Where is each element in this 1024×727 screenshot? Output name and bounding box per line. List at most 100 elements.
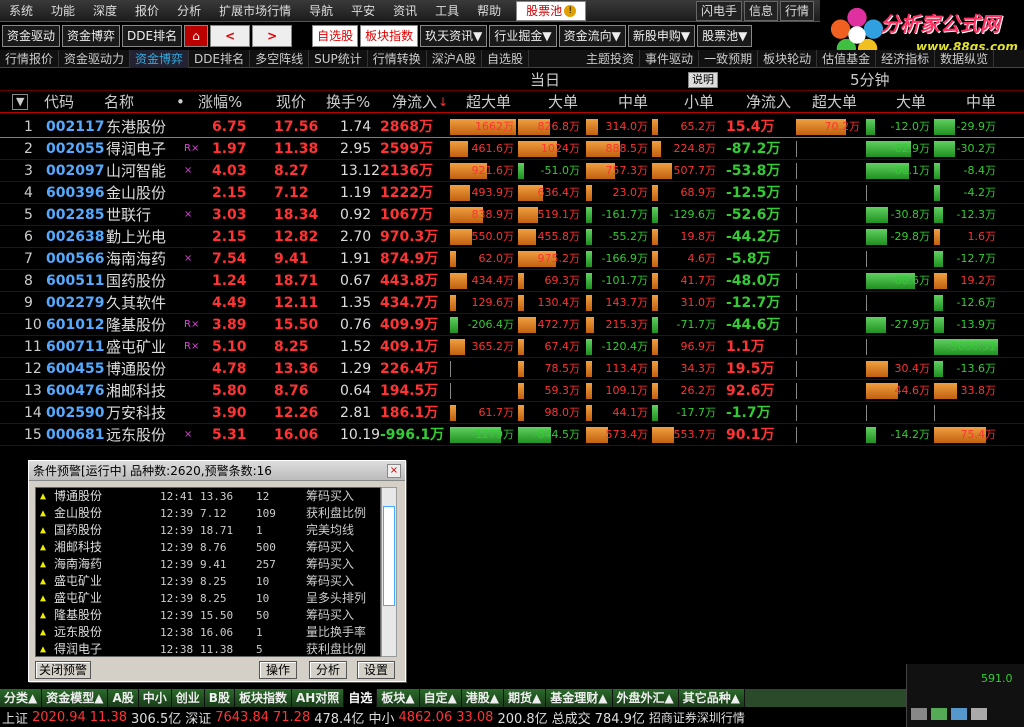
tab-6[interactable]: 行情转换 xyxy=(368,49,427,68)
operate-button[interactable]: 操作 xyxy=(259,661,297,679)
analyze-button[interactable]: 分析 xyxy=(309,661,347,679)
toolbar-btn-1[interactable]: 资金博弈 xyxy=(62,25,121,47)
menu-item-2[interactable]: 深度 xyxy=(84,0,126,22)
tab-14[interactable]: 经济指标 xyxy=(876,49,936,68)
menu-stock-pool[interactable]: 股票池! xyxy=(516,0,587,21)
bottom-tab-1[interactable]: 资金模型▲ xyxy=(42,689,109,707)
tab-11[interactable]: 一致预期 xyxy=(699,49,759,68)
close-icon[interactable]: × xyxy=(387,464,401,478)
tab-10[interactable]: 事件驱动 xyxy=(640,49,700,68)
bottom-tab-15[interactable]: 其它品种▲ xyxy=(678,689,745,707)
table-row[interactable]: 2 002055 得润电子 R× 1.97 11.38 2.95 2599万 461.6万 102… xyxy=(0,138,1024,160)
mail-icon[interactable] xyxy=(911,708,927,720)
bottom-tab-11[interactable]: 港股▲ xyxy=(461,689,505,707)
menu-item-7[interactable]: 平安 xyxy=(342,0,384,22)
top-button-1[interactable]: 信息 xyxy=(744,1,779,21)
alert-item[interactable]: ▲ 海南海药 12:39 9.41 257 筹码买入 xyxy=(36,556,380,573)
bottom-tab-9[interactable]: 板块▲ xyxy=(377,689,420,707)
col-super[interactable]: 超大单 xyxy=(466,91,511,113)
tab-7[interactable]: 深沪A股 xyxy=(427,49,483,68)
bottom-tab-13[interactable]: 基金理财▲ xyxy=(546,689,613,707)
explain-button[interactable]: 说明 xyxy=(688,72,718,88)
table-row[interactable]: 12 600455 博通股份 4.78 13.36 1.29 226.4万 78.5万 113.… xyxy=(0,358,1024,380)
top-button-2[interactable]: 行情 xyxy=(780,1,815,21)
menu-item-1[interactable]: 功能 xyxy=(42,0,84,22)
table-row[interactable]: 7 000566 海南海药 × 7.54 9.41 1.91 874.9万 62.0万 975.2… xyxy=(0,248,1024,270)
bottom-tab-0[interactable]: 分类▲ xyxy=(0,689,43,707)
network-icon[interactable] xyxy=(951,708,967,720)
bottom-tab-3[interactable]: 中小 xyxy=(138,689,172,707)
bottom-tab-14[interactable]: 外盘外汇▲ xyxy=(612,689,679,707)
toolbar-right-5[interactable]: 新股申购▼ xyxy=(627,25,696,47)
tab-13[interactable]: 估值基金 xyxy=(817,49,877,68)
table-row[interactable]: 8 600511 国药股份 1.24 18.71 0.67 443.8万 434.4万 69.3… xyxy=(0,270,1024,292)
back-button[interactable]: < xyxy=(210,25,251,47)
toolbar-btn-2[interactable]: DDE排名 xyxy=(122,25,183,47)
table-row[interactable]: 3 002097 山河智能 × 4.03 8.27 13.12 2136万 921.6万 -51.… xyxy=(0,160,1024,182)
alert-item[interactable]: ▲ 盛屯矿业 12:39 8.25 10 筹码买入 xyxy=(36,573,380,590)
tab-5[interactable]: SUP统计 xyxy=(309,49,368,68)
tab-2[interactable]: 资金博弈 xyxy=(130,49,190,68)
alert-item[interactable]: ▲ 博通股份 12:41 13.36 12 筹码买入 xyxy=(36,488,380,505)
table-row[interactable]: 5 002285 世联行 × 3.03 18.34 0.92 1067万 838.9万 519.1… xyxy=(0,204,1024,226)
col-net[interactable]: 净流入 xyxy=(392,91,437,113)
table-row[interactable]: 1 002117 东港股份 6.75 17.56 1.74 2868万 1662万 826.8万… xyxy=(0,116,1024,138)
toolbar-right-0[interactable]: 自选股 xyxy=(312,25,359,47)
menu-item-8[interactable]: 资讯 xyxy=(384,0,426,22)
toolbar-right-6[interactable]: 股票池▼ xyxy=(697,25,753,47)
sound-icon[interactable] xyxy=(971,708,987,720)
popup-scrollbar[interactable] xyxy=(381,487,397,657)
menu-item-3[interactable]: 报价 xyxy=(126,0,168,22)
bottom-tab-12[interactable]: 期货▲ xyxy=(504,689,547,707)
tab-9[interactable]: 主题投资 xyxy=(581,49,641,68)
col-mid[interactable]: 中单 xyxy=(618,91,648,113)
tab-0[interactable]: 行情报价 xyxy=(0,49,60,68)
col-chg[interactable]: 涨幅% xyxy=(198,91,242,113)
bottom-tab-6[interactable]: 板块指数 xyxy=(234,689,292,707)
table-row[interactable]: 10 601012 隆基股份 R× 3.89 15.50 0.76 409.9万 -206.4万… xyxy=(0,314,1024,336)
scrollbar-thumb[interactable] xyxy=(383,506,395,606)
table-row[interactable]: 13 600476 湘邮科技 5.80 8.76 0.64 194.5万 59.3万 109.1… xyxy=(0,380,1024,402)
tray-icon[interactable] xyxy=(931,708,947,720)
menu-item-9[interactable]: 工具 xyxy=(426,0,468,22)
alert-item[interactable]: ▲ 国药股份 12:39 18.71 1 完美均线 xyxy=(36,522,380,539)
bottom-tab-5[interactable]: B股 xyxy=(204,689,235,707)
menu-item-10[interactable]: 帮助 xyxy=(468,0,510,22)
bottom-tab-7[interactable]: AH对照 xyxy=(291,689,345,707)
table-row[interactable]: 4 600396 金山股份 2.15 7.12 1.19 1222万 493.9万 636.4万… xyxy=(0,182,1024,204)
home-button[interactable]: ⌂ xyxy=(184,25,209,47)
col-name[interactable]: 名称 xyxy=(104,91,134,113)
tab-12[interactable]: 板块轮动 xyxy=(758,49,818,68)
toolbar-btn-0[interactable]: 资金驱动 xyxy=(2,25,61,47)
alert-item[interactable]: ▲ 金山股份 12:39 7.12 109 获利盘比例 xyxy=(36,505,380,522)
col-turn[interactable]: 换手% xyxy=(326,91,370,113)
tab-1[interactable]: 资金驱动力 xyxy=(59,49,131,68)
tab-3[interactable]: DDE排名 xyxy=(189,49,251,68)
col-large5[interactable]: 大单 xyxy=(896,91,926,113)
menu-item-0[interactable]: 系统 xyxy=(0,0,42,22)
alert-item[interactable]: ▲ 盛屯矿业 12:39 8.25 10 呈多头排列 xyxy=(36,590,380,607)
bottom-tab-10[interactable]: 自定▲ xyxy=(419,689,462,707)
col-price[interactable]: 现价 xyxy=(276,91,306,113)
menu-item-4[interactable]: 分析 xyxy=(168,0,210,22)
table-row[interactable]: 14 002590 万安科技 3.90 12.26 2.81 186.1万 61.7万 98.0… xyxy=(0,402,1024,424)
toolbar-right-3[interactable]: 行业掘金▼ xyxy=(489,25,557,47)
bottom-tab-8[interactable]: 自选 xyxy=(344,689,378,707)
menu-item-5[interactable]: 扩展市场行情 xyxy=(210,0,300,22)
tab-15[interactable]: 数据纵览 xyxy=(935,49,995,68)
table-row[interactable]: 15 000681 远东股份 × 5.31 16.06 10.19 -996.1万 -1279万… xyxy=(0,424,1024,446)
alert-item[interactable]: ▲ 隆基股份 12:39 15.50 50 筹码买入 xyxy=(36,607,380,624)
bottom-tab-2[interactable]: A股 xyxy=(108,689,139,707)
close-alert-button[interactable]: 关闭预警 xyxy=(35,661,91,679)
col-small[interactable]: 小单 xyxy=(684,91,714,113)
top-button-0[interactable]: 闪电手 xyxy=(696,1,743,21)
bottom-tab-4[interactable]: 创业 xyxy=(171,689,205,707)
table-row[interactable]: 9 002279 久其软件 4.49 12.11 1.35 434.7万 129.6万 130.… xyxy=(0,292,1024,314)
col-mid5[interactable]: 中单 xyxy=(966,91,996,113)
toolbar-right-4[interactable]: 资金流向▼ xyxy=(558,25,626,47)
alert-item[interactable]: ▲ 远东股份 12:38 16.06 1 量比换手率 xyxy=(36,624,380,641)
col-large[interactable]: 大单 xyxy=(548,91,578,113)
settings-button[interactable]: 设置 xyxy=(357,661,395,679)
toolbar-right-1[interactable]: 板块指数 xyxy=(360,25,419,47)
col-super5[interactable]: 超大单 xyxy=(812,91,857,113)
